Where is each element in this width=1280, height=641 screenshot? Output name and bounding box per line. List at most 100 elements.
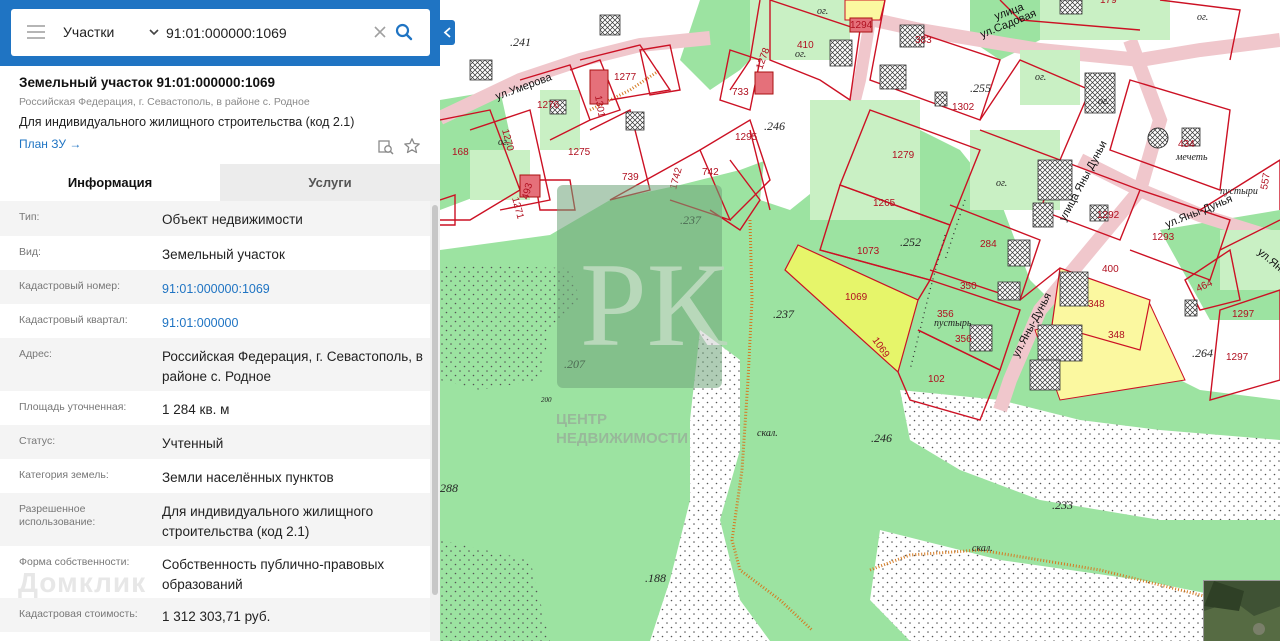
star-icon[interactable] xyxy=(403,137,421,155)
svg-text:1297: 1297 xyxy=(1232,309,1255,320)
menu-icon[interactable] xyxy=(27,25,45,39)
search-box: Участки xyxy=(11,9,430,56)
search-input[interactable] xyxy=(166,18,366,47)
building xyxy=(1032,202,1054,228)
info-panel: Участки Земельный участок 91:01:000000:1… xyxy=(0,0,440,641)
svg-text:РК: РК xyxy=(580,238,728,371)
property-value-link[interactable]: 91:01:000000 xyxy=(162,313,427,333)
cadastral-map[interactable]: 1294 383 410 1277 1276 1301 1278 733 130… xyxy=(440,0,1280,641)
property-value: Объект недвижимости xyxy=(162,212,303,227)
svg-text:1302: 1302 xyxy=(952,102,975,113)
svg-text:179: 179 xyxy=(1100,0,1117,6)
satellite-layer-toggle[interactable] xyxy=(1203,580,1280,641)
close-icon[interactable] xyxy=(373,25,387,39)
svg-text:356: 356 xyxy=(955,334,972,345)
property-row: Категория земель: Земли населённых пункто… xyxy=(0,459,430,493)
property-row: Разрешенное использование: Для индивидуал… xyxy=(0,493,430,546)
scrollbar-thumb[interactable] xyxy=(432,205,438,595)
property-value: Собственность публично-правовых образова… xyxy=(162,557,385,592)
building xyxy=(599,14,621,36)
garden xyxy=(1040,0,1170,40)
building xyxy=(754,71,774,95)
building xyxy=(1059,271,1089,307)
svg-text:733: 733 xyxy=(732,87,749,98)
property-value-link[interactable]: 91:01:000000:1069 xyxy=(162,279,427,299)
svg-text:.233: .233 xyxy=(1052,498,1073,512)
building xyxy=(997,281,1021,301)
building xyxy=(1007,239,1031,267)
property-key: Вид: xyxy=(19,246,41,258)
building xyxy=(1059,0,1083,15)
svg-text:пустырь: пустырь xyxy=(934,318,972,329)
property-key: Статус: xyxy=(19,435,56,447)
plan-link[interactable]: План ЗУ → xyxy=(19,137,81,151)
svg-text:мечеть: мечеть xyxy=(1175,152,1208,163)
building xyxy=(829,39,853,67)
building xyxy=(1029,359,1061,391)
svg-text:739: 739 xyxy=(622,172,639,183)
svg-text:.246: .246 xyxy=(871,431,892,445)
building xyxy=(625,111,645,131)
svg-text:1073: 1073 xyxy=(857,246,880,257)
garden xyxy=(1020,50,1080,105)
svg-text:.252: .252 xyxy=(900,235,921,249)
svg-text:ог.: ог. xyxy=(817,6,828,17)
svg-text:400: 400 xyxy=(1102,264,1119,275)
building xyxy=(1084,72,1116,114)
svg-text:скал.: скал. xyxy=(972,543,993,554)
property-key: Форма собственности: xyxy=(19,556,130,568)
object-card-header: Земельный участок 91:01:000000:1069 Росс… xyxy=(0,66,440,153)
property-row: Кадастровый квартал: 91:01:000000 xyxy=(0,304,430,338)
svg-text:.255: .255 xyxy=(970,81,991,95)
property-value: Учтенный xyxy=(162,436,224,451)
property-value: Земельный участок xyxy=(162,247,285,262)
properties-list: Тип: Объект недвижимости Вид: Земельный уча… xyxy=(0,201,430,632)
tab-services[interactable]: Услуги xyxy=(220,164,440,201)
property-key: Кадастровый квартал: xyxy=(19,314,128,326)
building xyxy=(934,91,948,107)
tab-information[interactable]: Информация xyxy=(0,164,220,201)
object-title: Земельный участок 91:01:000000:1069 xyxy=(19,75,276,90)
svg-text:ог.: ог. xyxy=(795,49,806,60)
property-key: Кадастровая стоимость: xyxy=(19,608,138,620)
logo-watermark: РК xyxy=(557,185,728,388)
building xyxy=(1184,299,1198,317)
svg-text:1276: 1276 xyxy=(537,100,560,111)
property-value: Земли населённых пунктов xyxy=(162,470,334,485)
property-value: Российская Федерация, г. Севастополь, в … xyxy=(162,349,423,384)
building xyxy=(1037,324,1083,362)
layer-select[interactable]: Участки xyxy=(63,9,114,56)
chevron-down-icon[interactable] xyxy=(148,26,160,38)
svg-text:ог.: ог. xyxy=(498,137,509,148)
property-row: Форма собственности: Собственность публич… xyxy=(0,546,430,598)
property-key: Адрес: xyxy=(19,348,52,360)
property-key: Кадастровый номер: xyxy=(19,280,121,292)
property-value: 1 312 303,71 руб. xyxy=(162,609,271,624)
svg-text:1295: 1295 xyxy=(735,132,758,143)
scrollbar[interactable] xyxy=(430,201,440,641)
svg-text:ог.: ог. xyxy=(1197,12,1208,23)
garden xyxy=(540,90,580,150)
svg-text:скал.: скал. xyxy=(757,428,778,439)
object-purpose: Для индивидуального жилищного строительс… xyxy=(19,115,355,129)
svg-text:383: 383 xyxy=(915,35,932,46)
svg-text:ог.: ог. xyxy=(1098,96,1109,107)
map-canvas[interactable]: 1294 383 410 1277 1276 1301 1278 733 130… xyxy=(440,0,1280,641)
property-row: Площадь уточненная: 1 284 кв. м xyxy=(0,391,430,425)
svg-text:102: 102 xyxy=(928,374,945,385)
svg-text:.246: .246 xyxy=(764,119,785,133)
property-key: Категория земель: xyxy=(19,469,109,481)
svg-text:742: 742 xyxy=(702,167,719,178)
svg-text:1277: 1277 xyxy=(614,72,637,83)
property-row: Кадастровая стоимость: 1 312 303,71 руб. xyxy=(0,598,430,632)
svg-text:.264: .264 xyxy=(1192,346,1213,360)
collapse-panel-button[interactable] xyxy=(440,20,455,45)
property-key: Тип: xyxy=(19,211,40,223)
locate-on-map-icon[interactable] xyxy=(377,138,395,156)
object-address: Российская Федерация, г. Севастополь, в … xyxy=(19,96,310,108)
search-icon[interactable] xyxy=(395,23,413,41)
property-row: Тип: Объект недвижимости xyxy=(0,201,430,236)
property-value: Для индивидуального жилищного строительс… xyxy=(162,504,374,539)
building xyxy=(969,324,993,352)
svg-text:284: 284 xyxy=(980,239,997,250)
